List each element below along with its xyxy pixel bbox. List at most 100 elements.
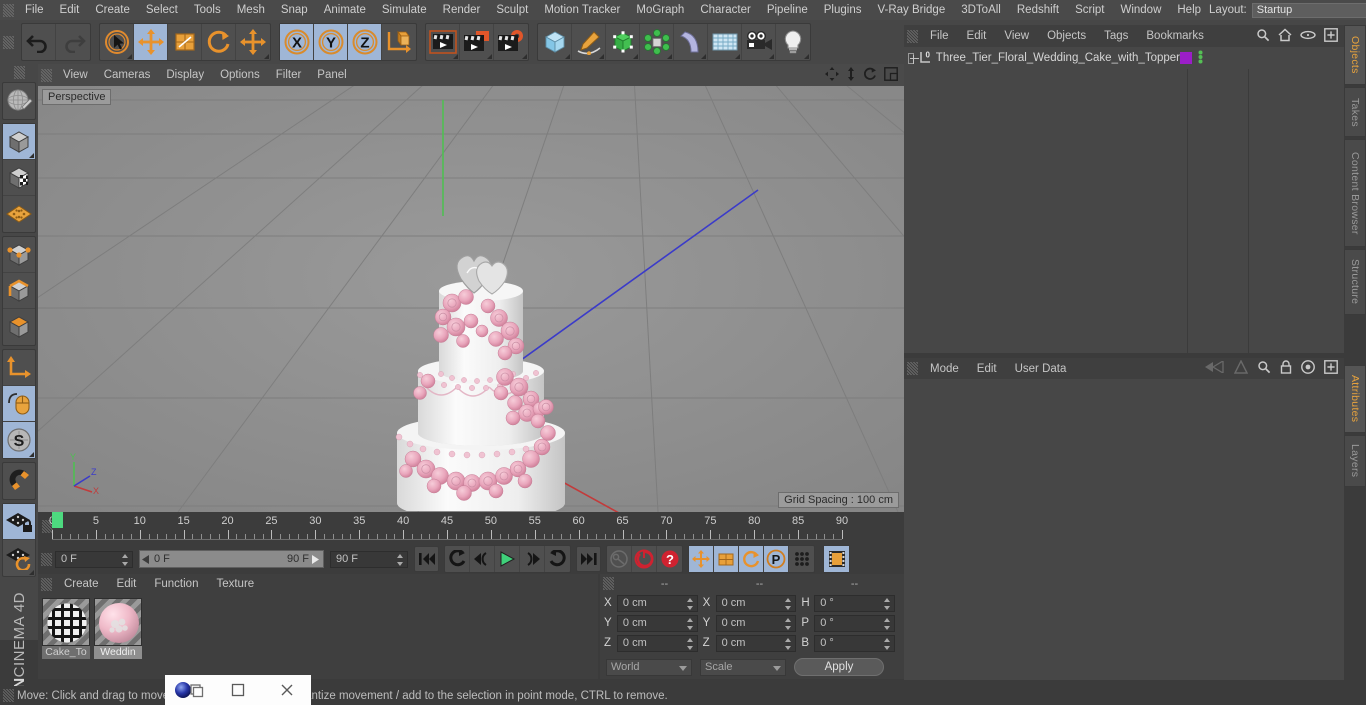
- key-rotation-icon[interactable]: [739, 546, 764, 572]
- attribute-body[interactable]: [904, 379, 1344, 680]
- tab-content-browser[interactable]: Content Browser: [1344, 139, 1366, 247]
- viewport-grip[interactable]: [41, 68, 52, 82]
- select-live-icon[interactable]: [100, 24, 134, 60]
- stepper-icon[interactable]: [686, 617, 694, 630]
- coord-pos-x-field[interactable]: 0 cm: [616, 594, 698, 612]
- workplane-lock-icon[interactable]: [3, 504, 35, 540]
- timeline-strip-icon[interactable]: [824, 546, 849, 572]
- play-icon[interactable]: [495, 546, 520, 572]
- coord-system-select[interactable]: World: [606, 658, 692, 676]
- autokeying-icon[interactable]: ?: [657, 546, 682, 572]
- tab-takes[interactable]: Takes: [1344, 87, 1366, 137]
- tab-objects[interactable]: Objects: [1344, 25, 1366, 85]
- object-menu-edit[interactable]: Edit: [958, 30, 996, 42]
- model-mode-icon[interactable]: [3, 124, 35, 160]
- menu-item-vray-bridge[interactable]: V-Ray Bridge: [869, 0, 953, 20]
- menu-item-character[interactable]: Character: [692, 0, 759, 20]
- menu-item-mograph[interactable]: MoGraph: [628, 0, 692, 20]
- viewport-menu-filter[interactable]: Filter: [268, 69, 310, 81]
- menu-item-window[interactable]: Window: [1112, 0, 1169, 20]
- axis-x-icon[interactable]: X: [280, 24, 314, 60]
- menu-grip[interactable]: [3, 3, 14, 17]
- maximize-view-icon[interactable]: [884, 66, 898, 84]
- menu-item-tools[interactable]: Tools: [186, 0, 229, 20]
- menu-item-plugins[interactable]: Plugins: [816, 0, 870, 20]
- tab-attributes[interactable]: Attributes: [1344, 365, 1366, 433]
- stepper-icon[interactable]: [686, 637, 694, 650]
- magnet-icon[interactable]: [3, 463, 35, 499]
- edges-mode-icon[interactable]: [3, 273, 35, 309]
- workplane-mode-icon[interactable]: [3, 196, 35, 232]
- close-window-icon[interactable]: [262, 675, 311, 705]
- go-to-end-icon[interactable]: [576, 546, 601, 572]
- object-axis-icon[interactable]: [3, 350, 35, 386]
- object-menu-tags[interactable]: Tags: [1095, 30, 1137, 42]
- light-icon[interactable]: [776, 24, 810, 60]
- key-parameter-icon[interactable]: P: [764, 546, 789, 572]
- mograph-cloner-icon[interactable]: [640, 24, 674, 60]
- attribute-grip[interactable]: [907, 362, 918, 375]
- menu-item-sculpt[interactable]: Sculpt: [488, 0, 536, 20]
- attribute-menu-edit[interactable]: Edit: [968, 363, 1006, 375]
- perspective-viewport[interactable]: Perspective Grid Spacing : 100 cm Y Z X: [38, 86, 904, 512]
- key-pla-icon[interactable]: [789, 546, 814, 572]
- material-menu-texture[interactable]: Texture: [207, 578, 263, 590]
- viewport-menu-cameras[interactable]: Cameras: [96, 69, 159, 81]
- points-mode-icon[interactable]: [3, 237, 35, 273]
- record-active-objects-icon[interactable]: [632, 546, 657, 572]
- render-picture-viewer-icon[interactable]: [460, 24, 494, 60]
- coord-pos-z-field[interactable]: 0 cm: [616, 634, 698, 652]
- menu-item-render[interactable]: Render: [435, 0, 489, 20]
- stepper-icon[interactable]: [884, 597, 891, 610]
- render-view-icon[interactable]: [426, 24, 460, 60]
- navigate-back-icon[interactable]: [1205, 359, 1225, 376]
- stepper-icon[interactable]: [785, 637, 792, 650]
- restore-window-icon[interactable]: [165, 675, 214, 705]
- apply-button[interactable]: Apply: [794, 658, 884, 676]
- workplane-align-icon[interactable]: [3, 540, 35, 576]
- scale-icon[interactable]: [168, 24, 202, 60]
- move-duplicate-icon[interactable]: [236, 24, 270, 60]
- home-icon[interactable]: [1278, 27, 1292, 45]
- autokey-key-icon[interactable]: [607, 546, 632, 572]
- material-item[interactable]: Weddin: [94, 598, 142, 675]
- material-menu-function[interactable]: Function: [145, 578, 207, 590]
- axis-y-icon[interactable]: Y: [314, 24, 348, 60]
- next-key-icon[interactable]: [545, 546, 570, 572]
- new-attr-icon[interactable]: [1324, 360, 1338, 377]
- key-position-icon[interactable]: [689, 546, 714, 572]
- material-preview[interactable]: [94, 598, 142, 646]
- end-frame-field[interactable]: 90 F: [330, 550, 408, 568]
- deformer-bend-icon[interactable]: [674, 24, 708, 60]
- material-preview[interactable]: [42, 598, 90, 646]
- target-icon[interactable]: [1301, 360, 1315, 377]
- menu-item-mesh[interactable]: Mesh: [229, 0, 273, 20]
- coord-rot-b-field[interactable]: 0 °: [814, 634, 896, 652]
- step-forward-icon[interactable]: [520, 546, 545, 572]
- dolly-icon[interactable]: [846, 66, 856, 84]
- coord-rot-h-field[interactable]: 0 °: [814, 594, 896, 612]
- menu-item-help[interactable]: Help: [1169, 0, 1209, 20]
- spline-pen-icon[interactable]: [572, 24, 606, 60]
- world-object-axis-icon[interactable]: [382, 24, 416, 60]
- stepper-icon[interactable]: [884, 617, 891, 630]
- layout-select[interactable]: Startup: [1251, 2, 1366, 18]
- generator-nurbs-icon[interactable]: [606, 24, 640, 60]
- camera-icon[interactable]: [742, 24, 776, 60]
- wedding-cake-model[interactable]: [368, 181, 598, 511]
- stepper-icon[interactable]: [686, 597, 694, 610]
- timeline-playhead[interactable]: [52, 512, 63, 528]
- left-toolbar-grip[interactable]: [13, 66, 25, 79]
- expand-icon[interactable]: [908, 52, 919, 64]
- render-settings-icon[interactable]: [494, 24, 528, 60]
- menu-item-3dtoall[interactable]: 3DToAll: [953, 0, 1009, 20]
- tab-structure[interactable]: Structure: [1344, 249, 1366, 315]
- attribute-menu-mode[interactable]: Mode: [921, 363, 968, 375]
- viewport-menu-panel[interactable]: Panel: [309, 69, 354, 81]
- menu-item-create[interactable]: Create: [87, 0, 138, 20]
- menu-item-file[interactable]: File: [17, 0, 52, 20]
- stepper-icon[interactable]: [785, 617, 792, 630]
- viewport-menu-options[interactable]: Options: [212, 69, 268, 81]
- preview-range-slider[interactable]: 0 F 90 F: [139, 550, 324, 568]
- coord-size-z-field[interactable]: 0 cm: [715, 634, 797, 652]
